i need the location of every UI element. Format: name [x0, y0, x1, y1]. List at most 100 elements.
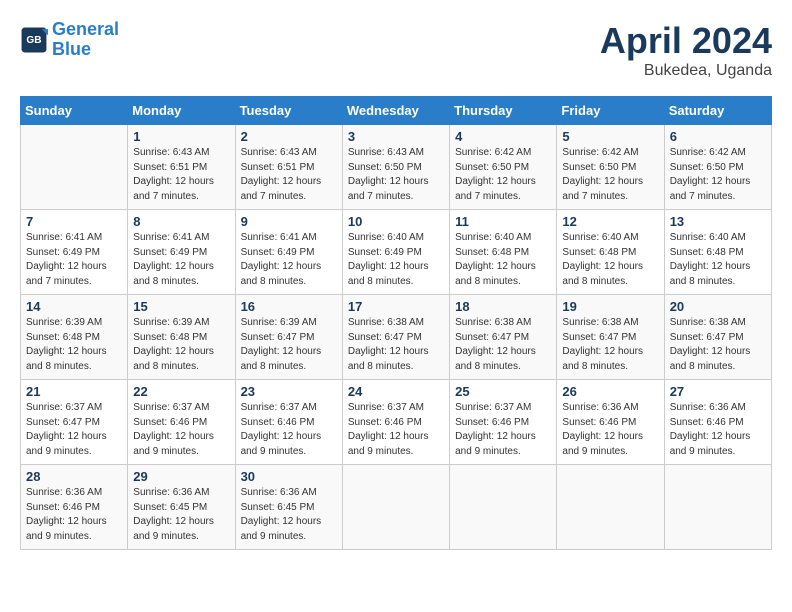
calendar-cell: 27 Sunrise: 6:36 AM Sunset: 6:46 PM Dayli… [664, 380, 771, 465]
logo: GB GeneralBlue [20, 20, 119, 60]
day-info: Sunrise: 6:38 AM Sunset: 6:47 PM Dayligh… [670, 316, 766, 374]
day-number: 18 [455, 299, 551, 314]
calendar-cell: 14 Sunrise: 6:39 AM Sunset: 6:48 PM Dayli… [21, 295, 128, 380]
month-title: April 2024 [600, 20, 772, 62]
day-number: 3 [348, 129, 444, 144]
day-info: Sunrise: 6:43 AM Sunset: 6:50 PM Dayligh… [348, 146, 444, 204]
weekday-header-friday: Friday [557, 97, 664, 125]
day-info: Sunrise: 6:38 AM Sunset: 6:47 PM Dayligh… [455, 316, 551, 374]
calendar-cell: 9 Sunrise: 6:41 AM Sunset: 6:49 PM Daylig… [235, 210, 342, 295]
day-info: Sunrise: 6:43 AM Sunset: 6:51 PM Dayligh… [241, 146, 337, 204]
calendar-cell: 30 Sunrise: 6:36 AM Sunset: 6:45 PM Dayli… [235, 465, 342, 550]
calendar-cell: 20 Sunrise: 6:38 AM Sunset: 6:47 PM Dayli… [664, 295, 771, 380]
day-info: Sunrise: 6:36 AM Sunset: 6:46 PM Dayligh… [562, 401, 658, 459]
day-info: Sunrise: 6:37 AM Sunset: 6:46 PM Dayligh… [133, 401, 229, 459]
weekday-header-sunday: Sunday [21, 97, 128, 125]
weekday-header-wednesday: Wednesday [342, 97, 449, 125]
day-number: 5 [562, 129, 658, 144]
day-info: Sunrise: 6:42 AM Sunset: 6:50 PM Dayligh… [562, 146, 658, 204]
calendar-cell: 8 Sunrise: 6:41 AM Sunset: 6:49 PM Daylig… [128, 210, 235, 295]
day-number: 14 [26, 299, 122, 314]
calendar-cell: 26 Sunrise: 6:36 AM Sunset: 6:46 PM Dayli… [557, 380, 664, 465]
day-number: 19 [562, 299, 658, 314]
day-number: 24 [348, 384, 444, 399]
day-number: 11 [455, 214, 551, 229]
week-row-1: 1Sunrise: 6:43 AM Sunset: 6:51 PM Daylig… [21, 125, 772, 210]
weekday-header-thursday: Thursday [450, 97, 557, 125]
day-info: Sunrise: 6:40 AM Sunset: 6:48 PM Dayligh… [562, 231, 658, 289]
day-number: 7 [26, 214, 122, 229]
day-number: 25 [455, 384, 551, 399]
day-info: Sunrise: 6:36 AM Sunset: 6:46 PM Dayligh… [670, 401, 766, 459]
day-number: 8 [133, 214, 229, 229]
calendar-cell: 18 Sunrise: 6:38 AM Sunset: 6:47 PM Dayli… [450, 295, 557, 380]
day-number: 12 [562, 214, 658, 229]
day-info: Sunrise: 6:36 AM Sunset: 6:45 PM Dayligh… [133, 486, 229, 544]
day-number: 16 [241, 299, 337, 314]
day-number: 4 [455, 129, 551, 144]
day-number: 13 [670, 214, 766, 229]
calendar-cell: 24 Sunrise: 6:37 AM Sunset: 6:46 PM Dayli… [342, 380, 449, 465]
page-header: GB GeneralBlue April 2024 Bukedea, Ugand… [20, 20, 772, 80]
day-info: Sunrise: 6:39 AM Sunset: 6:48 PM Dayligh… [133, 316, 229, 374]
day-number: 6 [670, 129, 766, 144]
day-info: Sunrise: 6:40 AM Sunset: 6:48 PM Dayligh… [455, 231, 551, 289]
day-info: Sunrise: 6:41 AM Sunset: 6:49 PM Dayligh… [241, 231, 337, 289]
weekday-header-row: SundayMondayTuesdayWednesdayThursdayFrid… [21, 97, 772, 125]
day-info: Sunrise: 6:37 AM Sunset: 6:47 PM Dayligh… [26, 401, 122, 459]
day-info: Sunrise: 6:36 AM Sunset: 6:45 PM Dayligh… [241, 486, 337, 544]
calendar-cell [664, 465, 771, 550]
day-info: Sunrise: 6:43 AM Sunset: 6:51 PM Dayligh… [133, 146, 229, 204]
day-number: 17 [348, 299, 444, 314]
day-info: Sunrise: 6:41 AM Sunset: 6:49 PM Dayligh… [133, 231, 229, 289]
day-number: 28 [26, 469, 122, 484]
calendar-cell: 22 Sunrise: 6:37 AM Sunset: 6:46 PM Dayli… [128, 380, 235, 465]
week-row-4: 21 Sunrise: 6:37 AM Sunset: 6:47 PM Dayli… [21, 380, 772, 465]
day-number: 20 [670, 299, 766, 314]
weekday-header-saturday: Saturday [664, 97, 771, 125]
day-number: 23 [241, 384, 337, 399]
calendar-cell: 23Sunrise: 6:37 AM Sunset: 6:46 PM Dayli… [235, 380, 342, 465]
calendar-cell: 11 Sunrise: 6:40 AM Sunset: 6:48 PM Dayli… [450, 210, 557, 295]
day-number: 2 [241, 129, 337, 144]
calendar-cell: 10 Sunrise: 6:40 AM Sunset: 6:49 PM Dayli… [342, 210, 449, 295]
calendar-cell: 7 Sunrise: 6:41 AM Sunset: 6:49 PM Daylig… [21, 210, 128, 295]
calendar-cell: 21 Sunrise: 6:37 AM Sunset: 6:47 PM Dayli… [21, 380, 128, 465]
calendar-cell: 13 Sunrise: 6:40 AM Sunset: 6:48 PM Dayli… [664, 210, 771, 295]
calendar-cell: 2 Sunrise: 6:43 AM Sunset: 6:51 PM Daylig… [235, 125, 342, 210]
day-number: 15 [133, 299, 229, 314]
svg-text:GB: GB [26, 35, 41, 46]
day-number: 22 [133, 384, 229, 399]
calendar-cell: 12 Sunrise: 6:40 AM Sunset: 6:48 PM Dayli… [557, 210, 664, 295]
calendar-cell [450, 465, 557, 550]
calendar-cell: 5 Sunrise: 6:42 AM Sunset: 6:50 PM Daylig… [557, 125, 664, 210]
location: Bukedea, Uganda [600, 62, 772, 80]
day-number: 29 [133, 469, 229, 484]
weekday-header-tuesday: Tuesday [235, 97, 342, 125]
day-info: Sunrise: 6:41 AM Sunset: 6:49 PM Dayligh… [26, 231, 122, 289]
day-info: Sunrise: 6:37 AM Sunset: 6:46 PM Dayligh… [348, 401, 444, 459]
calendar-table: SundayMondayTuesdayWednesdayThursdayFrid… [20, 96, 772, 550]
week-row-3: 14 Sunrise: 6:39 AM Sunset: 6:48 PM Dayli… [21, 295, 772, 380]
day-info: Sunrise: 6:37 AM Sunset: 6:46 PM Dayligh… [455, 401, 551, 459]
day-number: 21 [26, 384, 122, 399]
calendar-cell: 4 Sunrise: 6:42 AM Sunset: 6:50 PM Daylig… [450, 125, 557, 210]
day-info: Sunrise: 6:40 AM Sunset: 6:49 PM Dayligh… [348, 231, 444, 289]
week-row-5: 28Sunrise: 6:36 AM Sunset: 6:46 PM Dayli… [21, 465, 772, 550]
calendar-cell [21, 125, 128, 210]
day-info: Sunrise: 6:39 AM Sunset: 6:47 PM Dayligh… [241, 316, 337, 374]
calendar-cell: 6 Sunrise: 6:42 AM Sunset: 6:50 PM Daylig… [664, 125, 771, 210]
day-number: 9 [241, 214, 337, 229]
title-block: April 2024 Bukedea, Uganda [600, 20, 772, 80]
day-number: 10 [348, 214, 444, 229]
day-info: Sunrise: 6:39 AM Sunset: 6:48 PM Dayligh… [26, 316, 122, 374]
day-info: Sunrise: 6:42 AM Sunset: 6:50 PM Dayligh… [670, 146, 766, 204]
day-number: 26 [562, 384, 658, 399]
day-info: Sunrise: 6:42 AM Sunset: 6:50 PM Dayligh… [455, 146, 551, 204]
day-number: 30 [241, 469, 337, 484]
day-info: Sunrise: 6:40 AM Sunset: 6:48 PM Dayligh… [670, 231, 766, 289]
calendar-cell [557, 465, 664, 550]
week-row-2: 7 Sunrise: 6:41 AM Sunset: 6:49 PM Daylig… [21, 210, 772, 295]
calendar-cell [342, 465, 449, 550]
day-number: 27 [670, 384, 766, 399]
